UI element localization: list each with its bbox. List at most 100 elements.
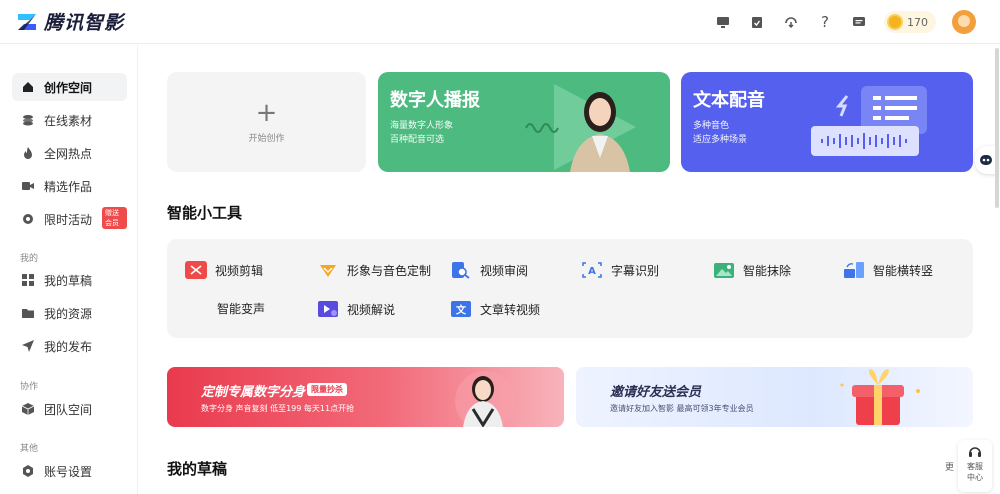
my-drafts-title: 我的草稿 xyxy=(167,460,228,478)
grid-icon xyxy=(22,274,34,286)
tool-subtitle-recognition[interactable]: A 字幕识别 xyxy=(581,261,659,279)
tool-landscape-to-portrait[interactable]: 智能横转竖 xyxy=(843,261,933,279)
sidebar-item-team-space[interactable]: 团队空间 xyxy=(12,395,127,423)
sidebar-group-collab: 协作 xyxy=(20,382,39,392)
download-icon[interactable] xyxy=(782,13,800,31)
tool-label: 智能抹除 xyxy=(743,263,792,278)
invite-friends-banner[interactable]: 邀请好友送会员 邀请好友加入智影 最高可领3年专业会员 xyxy=(576,367,973,427)
narration-icon xyxy=(317,300,339,318)
tool-label: 形象与音色定制 xyxy=(347,263,432,278)
promo-blue-title: 邀请好友送会员 xyxy=(610,385,702,400)
plus-icon: + xyxy=(255,97,278,128)
flame-icon xyxy=(22,147,34,159)
svg-text:文: 文 xyxy=(456,304,467,317)
tool-video-edit[interactable]: 视频剪辑 xyxy=(185,261,263,279)
app-logo[interactable]: 腾讯智影 xyxy=(16,8,124,35)
sidebar-item-my-resources[interactable]: 我的资源 xyxy=(12,299,127,327)
sidebar-item-limited-events[interactable]: 限时活动 赠送会员 xyxy=(12,205,127,233)
sidebar-item-label: 我的发布 xyxy=(44,339,93,354)
customer-service-button[interactable]: 客服 中心 xyxy=(958,440,992,492)
promo-red-tag: 限量抄杀 xyxy=(307,383,347,396)
smart-tools-panel: 视频剪辑 形象与音色定制 视频审阅 A 字幕识别 智能抹除 智能横转竖 智能变声… xyxy=(167,239,973,338)
sidebar-item-label: 账号设置 xyxy=(44,464,93,479)
sidebar-item-label: 限时活动 xyxy=(44,212,93,227)
tool-video-narration[interactable]: 视频解说 xyxy=(317,300,395,318)
digital-human-sub-1: 海量数字人形象 xyxy=(390,121,454,131)
tool-label: 智能变声 xyxy=(217,302,266,316)
more-link[interactable]: 更 xyxy=(945,460,954,473)
logo-icon xyxy=(16,11,38,33)
robot-icon xyxy=(980,155,992,165)
tool-smart-erase[interactable]: 智能抹除 xyxy=(713,261,791,279)
header-actions: ? 170 xyxy=(698,0,976,44)
rotate-icon xyxy=(843,261,865,279)
top-header: 腾讯智影 ? 170 xyxy=(0,0,1000,44)
message-icon[interactable] xyxy=(850,13,868,31)
sidebar-item-hot-topics[interactable]: 全网热点 xyxy=(12,139,127,167)
folder-icon xyxy=(22,307,34,319)
article-video-icon: 文 xyxy=(450,300,472,318)
sidebar-item-account-settings[interactable]: 账号设置 xyxy=(12,457,127,485)
promo-blue-sub: 邀请好友加入智影 最高可领3年专业会员 xyxy=(610,404,754,413)
sidebar-item-label: 我的资源 xyxy=(44,306,93,321)
start-creation-card[interactable]: + 开始创作 xyxy=(167,72,366,172)
text-to-speech-illustration xyxy=(811,86,927,156)
tool-avatar-voice-custom[interactable]: 形象与音色定制 xyxy=(317,261,431,279)
promo-red-title: 定制专属数字分身 xyxy=(201,385,306,400)
promo-red-sub: 数字分身 声音复刻 低至199 每天11点开抢 xyxy=(201,404,355,413)
sidebar-item-label: 在线素材 xyxy=(44,113,93,128)
text-to-speech-sub-2: 适应多种场景 xyxy=(693,135,748,145)
digital-human-sub-2: 百种配音可选 xyxy=(390,135,445,145)
tool-label: 文章转视频 xyxy=(480,302,541,317)
digital-human-card[interactable]: 数字人播报 海量数字人形象 百种配音可选 xyxy=(378,72,670,172)
review-icon xyxy=(450,261,472,279)
sidebar-item-my-publish[interactable]: 我的发布 xyxy=(12,332,127,360)
clipboard-icon[interactable] xyxy=(748,13,766,31)
settings-icon xyxy=(22,465,34,477)
help-icon[interactable]: ? xyxy=(816,13,834,31)
home-icon xyxy=(22,81,34,93)
tool-label: 字幕识别 xyxy=(611,263,660,278)
image-erase-icon xyxy=(713,261,735,279)
sidebar-item-featured-works[interactable]: 精选作品 xyxy=(12,172,127,200)
tool-label: 智能横转竖 xyxy=(873,263,934,278)
sidebar-group-other: 其他 xyxy=(20,444,39,454)
box-icon xyxy=(22,403,34,415)
sidebar-group-mine: 我的 xyxy=(20,254,39,264)
coin-balance[interactable]: 170 xyxy=(884,11,936,33)
send-icon xyxy=(22,340,34,352)
gear-icon xyxy=(22,213,34,225)
tool-label: 视频剪辑 xyxy=(215,263,264,278)
digital-human-title: 数字人播报 xyxy=(390,90,480,111)
tool-voice-changer[interactable]: 智能变声 xyxy=(217,300,265,317)
text-to-speech-card[interactable]: 文本配音 多种音色 适应多种场景 xyxy=(681,72,973,172)
sidebar-item-label: 全网热点 xyxy=(44,146,93,161)
app-title: 腾讯智影 xyxy=(44,12,125,34)
sidebar-item-creation-space[interactable]: 创作空间 xyxy=(12,73,127,101)
layers-icon xyxy=(22,114,34,126)
start-creation-label: 开始创作 xyxy=(248,133,285,144)
tool-video-review[interactable]: 视频审阅 xyxy=(450,261,528,279)
promo-red-illustration xyxy=(455,371,515,427)
digital-avatar-promo-banner[interactable]: 定制专属数字分身 限量抄杀 数字分身 声音复刻 低至199 每天11点开抢 xyxy=(167,367,564,427)
text-to-speech-title: 文本配音 xyxy=(693,90,765,111)
sidebar-item-label: 创作空间 xyxy=(44,80,93,95)
tool-article-to-video[interactable]: 文 文章转视频 xyxy=(450,300,540,318)
user-avatar[interactable] xyxy=(952,10,976,34)
smart-tools-title: 智能小工具 xyxy=(167,204,243,222)
sidebar-item-label: 团队空间 xyxy=(44,402,93,417)
video-icon xyxy=(22,180,34,192)
coin-count: 170 xyxy=(907,15,928,29)
gift-icon xyxy=(840,369,920,425)
text-to-speech-sub-1: 多种音色 xyxy=(693,121,730,131)
sidebar-item-my-drafts[interactable]: 我的草稿 xyxy=(12,266,127,294)
service-label-1: 客服 xyxy=(967,462,983,471)
assistant-float-button[interactable] xyxy=(975,146,997,174)
digital-human-illustration xyxy=(525,84,636,172)
coin-icon xyxy=(887,14,903,30)
headset-icon xyxy=(969,447,981,457)
page-scrollbar[interactable] xyxy=(995,48,999,208)
diamond-icon xyxy=(317,261,339,279)
screen-icon[interactable] xyxy=(714,13,732,31)
sidebar-item-online-materials[interactable]: 在线素材 xyxy=(12,106,127,134)
